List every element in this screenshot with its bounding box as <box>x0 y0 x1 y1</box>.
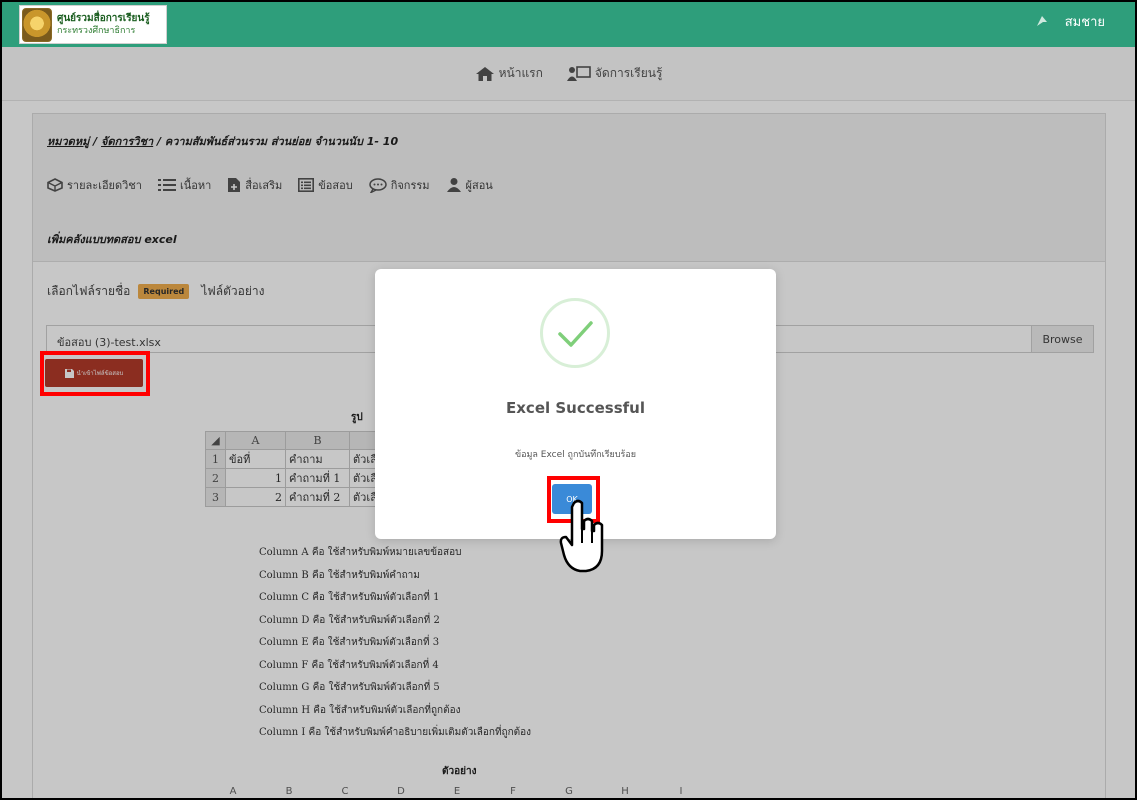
site-logo[interactable]: ศูนย์รวมสื่อการเรียนรู้ กระทรวงศึกษาธิกา… <box>19 5 167 44</box>
pointer-hand-icon <box>559 499 604 573</box>
ministry-seal-icon <box>22 7 52 42</box>
user-name: สมชาย <box>1064 15 1105 30</box>
top-navbar: ศูนย์รวมสื่อการเรียนรู้ กระทรวงศึกษาธิกา… <box>2 2 1135 47</box>
user-menu[interactable]: สมชาย <box>1035 11 1105 32</box>
logo-title: ศูนย์รวมสื่อการเรียนรู้ <box>57 12 150 24</box>
logo-subtitle: กระทรวงศึกษาธิการ <box>57 25 136 36</box>
dialog-title: Excel Successful <box>506 399 645 417</box>
dialog-message: ข้อมูล Excel ถูกบันทึกเรียบร้อย <box>514 450 637 460</box>
user-avatar-icon <box>1036 15 1047 26</box>
success-check-icon <box>540 298 610 368</box>
highlight-import-button <box>40 351 150 396</box>
app-frame: ศูนย์รวมสื่อการเรียนรู้ กระทรวงศึกษาธิกา… <box>0 0 1137 800</box>
